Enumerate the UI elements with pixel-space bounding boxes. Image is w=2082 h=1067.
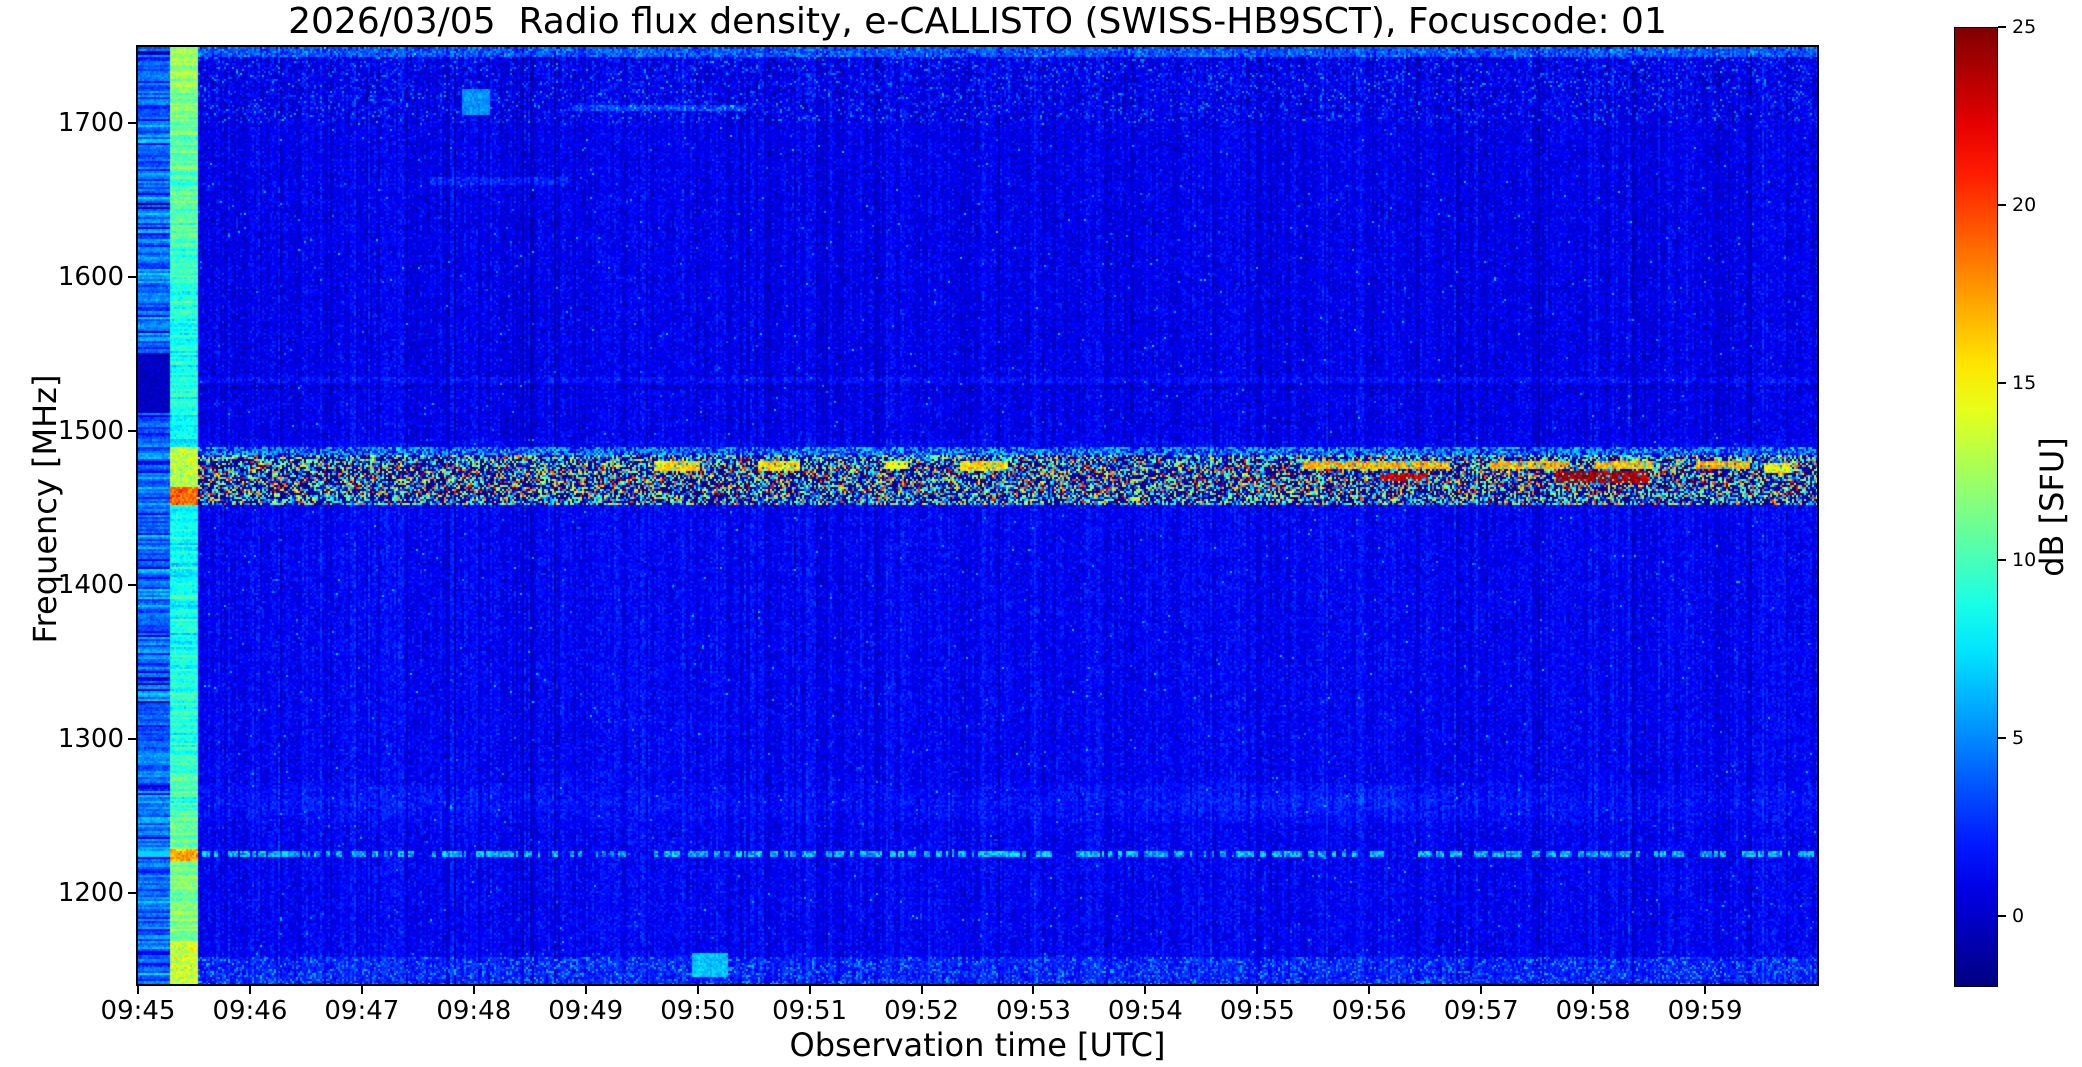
x-tick-label: 09:59: [1667, 996, 1743, 1026]
x-tick-label: 09:47: [324, 996, 400, 1026]
colorbar-tick-mark: [1998, 914, 2006, 917]
spectrogram-figure: 2026/03/05 Radio flux density, e-CALLIST…: [0, 0, 2082, 1067]
y-tick-mark: [128, 275, 136, 278]
x-tick-mark: [1368, 986, 1371, 994]
y-axis-label: Frequency [MHz]: [26, 374, 64, 644]
colorbar-tick-label: 25: [2012, 16, 2037, 38]
x-tick-label: 09:45: [100, 996, 176, 1026]
x-tick-label: 09:57: [1443, 996, 1519, 1026]
chart-title: 2026/03/05 Radio flux density, e-CALLIST…: [288, 1, 1667, 42]
colorbar-tick-mark: [1998, 381, 2006, 384]
x-tick-mark: [1704, 986, 1707, 994]
x-tick-label: 09:48: [436, 996, 512, 1026]
x-tick-mark: [360, 986, 363, 994]
x-tick-label: 09:49: [548, 996, 624, 1026]
plot-area: [136, 45, 1819, 986]
colorbar-tick-mark: [1998, 559, 2006, 562]
x-tick-label: 09:58: [1555, 996, 1631, 1026]
y-tick-mark: [128, 737, 136, 740]
y-tick-label: 1700: [57, 107, 124, 138]
x-tick-mark: [1480, 986, 1483, 994]
y-tick-mark: [128, 121, 136, 124]
x-tick-label: 09:56: [1331, 996, 1407, 1026]
x-axis-label: Observation time [UTC]: [789, 1026, 1166, 1064]
x-tick-label: 09:54: [1107, 996, 1183, 1026]
y-tick-mark: [128, 583, 136, 586]
x-tick-mark: [1592, 986, 1595, 994]
y-tick-label: 1200: [57, 878, 124, 909]
colorbar-tick-label: 0: [2012, 904, 2025, 927]
x-tick-label: 09:55: [1219, 996, 1295, 1026]
y-tick-label: 1500: [57, 415, 124, 446]
colorbar: [1954, 27, 1998, 987]
spectrogram-canvas: [138, 47, 1817, 984]
x-tick-mark: [248, 986, 251, 994]
y-tick-mark: [128, 429, 136, 432]
y-tick-label: 1600: [57, 261, 124, 292]
y-tick-label: 1300: [57, 723, 124, 754]
x-tick-label: 09:51: [772, 996, 848, 1026]
x-tick-mark: [696, 986, 699, 994]
x-tick-label: 09:50: [660, 996, 736, 1026]
x-tick-mark: [1256, 986, 1259, 994]
colorbar-tick-label: 20: [2012, 193, 2037, 216]
y-tick-mark: [128, 892, 136, 895]
y-tick-label: 1400: [57, 569, 124, 600]
colorbar-label: dB [SFU]: [2033, 437, 2071, 577]
x-tick-label: 09:52: [884, 996, 959, 1026]
x-tick-mark: [920, 986, 923, 994]
x-tick-mark: [808, 986, 811, 994]
x-tick-mark: [472, 986, 475, 994]
x-tick-mark: [1032, 986, 1035, 994]
colorbar-tick-mark: [1998, 737, 2006, 740]
colorbar-tick-label: 5: [2012, 727, 2025, 750]
x-tick-mark: [137, 986, 139, 994]
x-tick-mark: [1144, 986, 1147, 994]
colorbar-tick-mark: [1998, 203, 2006, 206]
x-tick-mark: [584, 986, 587, 994]
x-tick-label: 09:53: [995, 996, 1071, 1026]
x-tick-label: 09:46: [212, 996, 288, 1026]
colorbar-tick-mark: [1998, 26, 2006, 28]
